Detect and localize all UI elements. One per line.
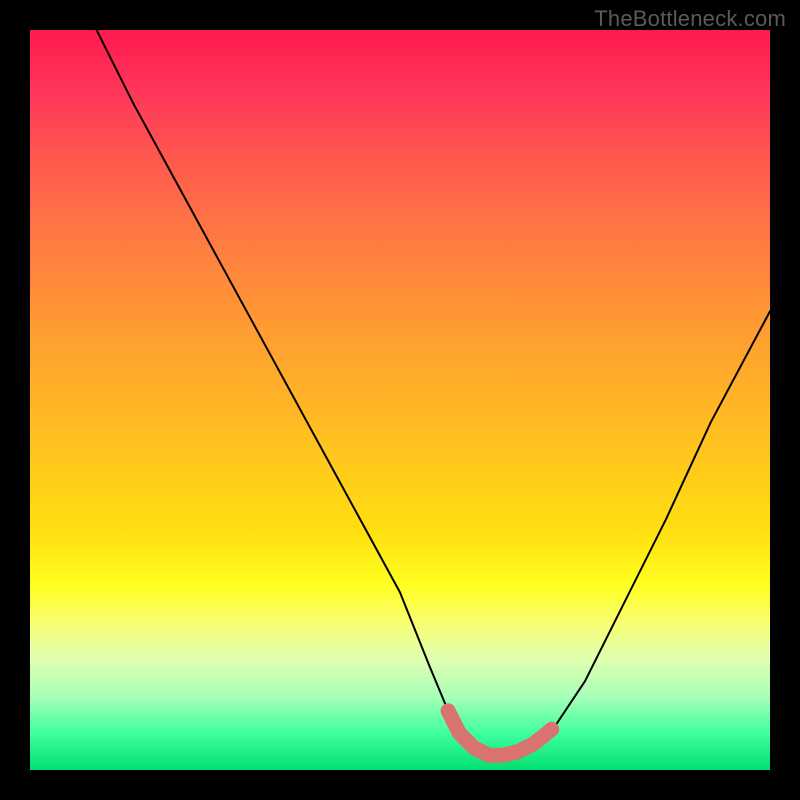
plot-area [30,30,770,770]
chart-overlay [30,30,770,770]
bottleneck-curve [97,30,770,755]
watermark: TheBottleneck.com [594,6,786,32]
chart-frame: TheBottleneck.com [0,0,800,800]
highlight-band [448,711,552,755]
